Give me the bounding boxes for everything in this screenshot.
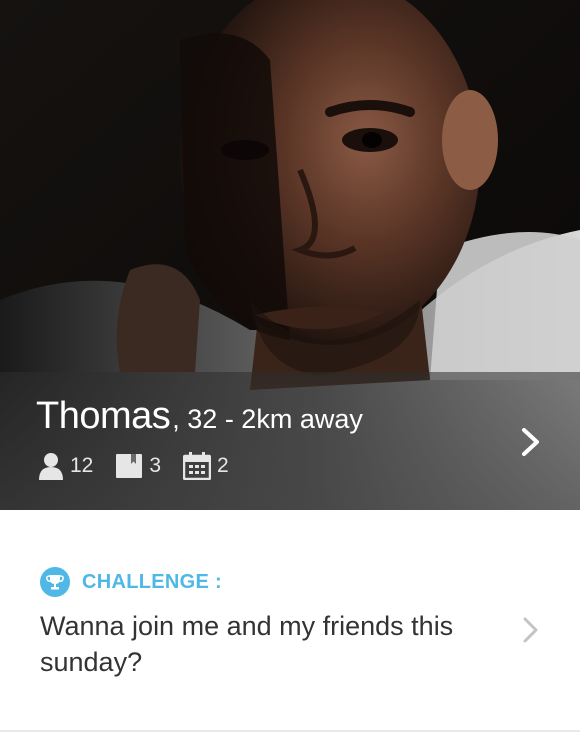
chevron-right-icon[interactable] [518, 427, 544, 457]
book-icon [116, 454, 143, 478]
stat-events-value: 2 [217, 454, 229, 477]
trophy-icon [40, 567, 70, 597]
challenge-label: CHALLENGE : [82, 570, 222, 593]
profile-card[interactable]: Thomas, 32 - 2km away 12 3 2 CHALLENGE:… [0, 0, 580, 730]
stat-books-value: 3 [149, 454, 162, 477]
stat-events: 2 [183, 452, 229, 480]
profile-info-overlay [0, 372, 580, 510]
profile-heading: Thomas, 32 - 2km away [36, 395, 363, 438]
profile-name[interactable]: Thomas [36, 395, 171, 437]
profile-stats: 12 3 2 [38, 451, 251, 481]
profile-age-distance: , 32 - 2km away [172, 404, 363, 434]
challenge-message[interactable]: Wanna join me and my friends this sunday… [40, 608, 490, 680]
calendar-icon [183, 452, 212, 480]
chevron-right-icon[interactable] [520, 616, 542, 644]
stat-friends: 12 [38, 452, 93, 480]
stat-books: 3 [115, 453, 161, 479]
stat-friends-value: 12 [70, 454, 94, 477]
person-icon [39, 453, 63, 480]
challenge-header: CHALLENGE : [40, 567, 222, 597]
